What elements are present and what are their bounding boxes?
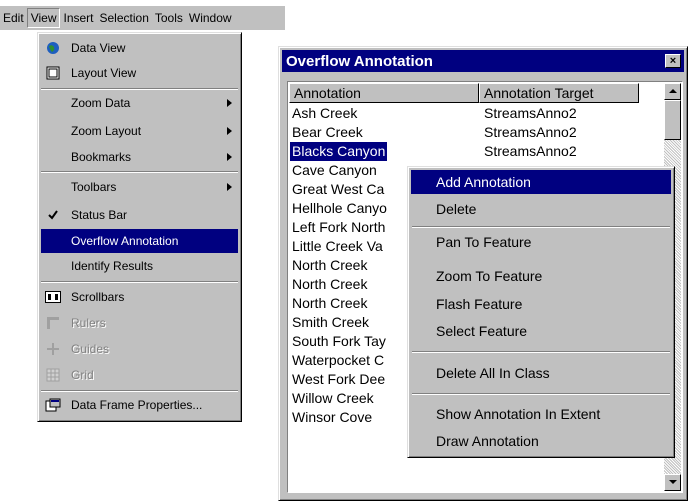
menu-separator <box>41 281 238 283</box>
annotation-name: North Creek <box>292 276 368 292</box>
menu-separator <box>412 393 670 395</box>
grid-icon <box>45 367 61 383</box>
menu-item-bookmarks[interactable]: Bookmarks <box>41 145 238 169</box>
arrow-up-icon <box>669 89 677 93</box>
submenu-arrow-icon <box>227 183 232 191</box>
close-button[interactable]: × <box>665 54 681 68</box>
menu-item-layout-view[interactable]: Layout View <box>41 61 238 85</box>
annotation-name: Blacks Canyon <box>290 142 388 161</box>
menu-separator <box>412 226 670 228</box>
menu-item-identify-results[interactable]: Identify Results <box>41 254 238 278</box>
menu-view[interactable]: View <box>26 8 61 28</box>
annotation-name: Winsor Cove <box>292 409 373 425</box>
annotation-name: Cave Canyon <box>292 162 377 178</box>
window-titlebar[interactable]: Overflow Annotation × <box>282 50 684 72</box>
scrollbars-icon <box>45 289 61 305</box>
window-title: Overflow Annotation <box>286 52 433 70</box>
annotation-name: Waterpocket C <box>292 352 385 368</box>
arrow-down-icon <box>669 480 677 484</box>
annotation-name: Willow Creek <box>292 390 374 406</box>
annotation-name: Ash Creek <box>292 105 358 121</box>
menu-item-zoom-data[interactable]: Zoom Data <box>41 91 238 115</box>
menu-separator <box>41 88 238 90</box>
context-item-zoom-to-feature[interactable]: Zoom To Feature <box>411 264 671 288</box>
annotation-name: Hellhole Canyo <box>292 200 387 216</box>
annotation-name: North Creek <box>292 257 368 273</box>
scroll-up-button[interactable] <box>664 83 681 100</box>
rulers-icon <box>45 315 61 331</box>
menu-edit[interactable]: Edit <box>0 9 27 27</box>
checkmark-icon <box>45 207 61 223</box>
annotation-name: Little Creek Va <box>292 238 383 254</box>
menu-item-scrollbars[interactable]: Scrollbars <box>41 285 238 309</box>
annotation-name: South Fork Tay <box>292 333 386 349</box>
menu-separator <box>41 390 238 392</box>
menu-item-data-view[interactable]: Data View <box>41 36 238 60</box>
submenu-arrow-icon <box>227 99 232 107</box>
list-item[interactable]: Ash Creek StreamsAnno2 <box>290 104 660 123</box>
menu-item-rulers[interactable]: Rulers <box>41 311 238 335</box>
annotation-name: Smith Creek <box>292 314 370 330</box>
annotation-name: Left Fork North <box>292 219 386 235</box>
scroll-down-button[interactable] <box>664 474 681 491</box>
globe-icon <box>45 40 61 56</box>
context-item-add-annotation[interactable]: Add Annotation <box>411 170 671 194</box>
menu-item-toolbars[interactable]: Toolbars <box>41 175 238 199</box>
menu-item-data-frame-properties[interactable]: Data Frame Properties... <box>41 393 238 417</box>
menu-separator <box>41 171 238 173</box>
list-item[interactable]: Blacks Canyon StreamsAnno2 <box>290 142 660 161</box>
menu-selection[interactable]: Selection <box>97 9 152 27</box>
menu-tools[interactable]: Tools <box>152 9 186 27</box>
menu-bar: Edit View Insert Selection Tools Window <box>0 6 285 30</box>
close-icon: × <box>669 55 677 67</box>
annotation-context-menu: Add Annotation Delete Pan To Feature Zoo… <box>407 166 675 458</box>
context-item-select-feature[interactable]: Select Feature <box>411 319 671 343</box>
menu-item-grid[interactable]: Grid <box>41 363 238 387</box>
annotation-name: West Fork Dee <box>292 371 386 387</box>
context-item-draw-annotation[interactable]: Draw Annotation <box>411 429 671 453</box>
context-item-show-annotation-in-extent[interactable]: Show Annotation In Extent <box>411 402 671 426</box>
annotation-target: StreamsAnno2 <box>484 105 577 121</box>
annotation-name: North Creek <box>292 295 368 311</box>
guides-icon <box>45 341 61 357</box>
annotation-target: StreamsAnno2 <box>484 124 577 140</box>
menu-separator <box>412 351 670 353</box>
menu-item-zoom-layout[interactable]: Zoom Layout <box>41 119 238 143</box>
menu-window[interactable]: Window <box>186 9 235 27</box>
menu-item-guides[interactable]: Guides <box>41 337 238 361</box>
view-menu-dropdown: Data View Layout View Zoom Data Zoom Lay… <box>37 32 242 422</box>
menu-item-overflow-annotation[interactable]: Overflow Annotation <box>41 229 238 253</box>
context-item-flash-feature[interactable]: Flash Feature <box>411 292 671 316</box>
annotation-target: StreamsAnno2 <box>484 143 577 159</box>
context-item-pan-to-feature[interactable]: Pan To Feature <box>411 230 671 254</box>
list-item[interactable]: Bear Creek StreamsAnno2 <box>290 123 660 142</box>
annotation-name: Great West Ca <box>292 181 385 197</box>
submenu-arrow-icon <box>227 127 232 135</box>
menu-insert[interactable]: Insert <box>60 9 96 27</box>
submenu-arrow-icon <box>227 153 232 161</box>
scroll-thumb[interactable] <box>664 100 681 140</box>
annotation-name: Bear Creek <box>292 124 363 140</box>
context-item-delete-all-in-class[interactable]: Delete All In Class <box>411 361 671 385</box>
context-item-delete[interactable]: Delete <box>411 197 671 221</box>
column-header-annotation[interactable]: Annotation <box>289 83 479 103</box>
column-header-annotation-target[interactable]: Annotation Target <box>479 83 639 103</box>
menu-item-status-bar[interactable]: Status Bar <box>41 203 238 227</box>
properties-icon <box>45 397 61 413</box>
page-icon <box>45 65 61 81</box>
